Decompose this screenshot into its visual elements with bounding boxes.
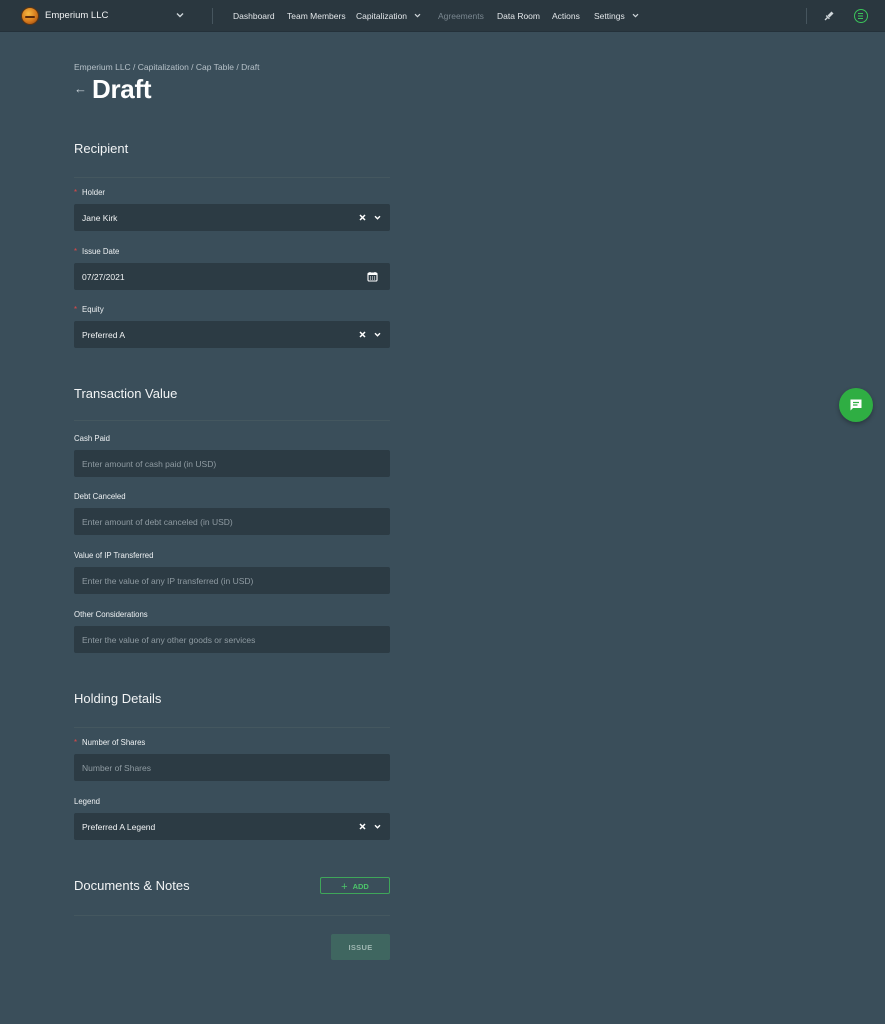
nav-data-room[interactable]: Data Room xyxy=(497,11,540,21)
legend-select[interactable]: Preferred A Legend xyxy=(74,813,390,840)
issue-date-value: 07/27/2021 xyxy=(82,272,125,282)
ip-value-label: Value of IP Transferred xyxy=(74,551,154,560)
ip-value-field[interactable] xyxy=(74,567,390,594)
section-title-documents: Documents & Notes xyxy=(74,878,190,893)
chevron-down-icon[interactable] xyxy=(413,11,422,20)
clear-icon[interactable] xyxy=(358,822,367,831)
other-considerations-label: Other Considerations xyxy=(74,610,148,619)
breadcrumb[interactable]: Emperium LLC / Capitalization / Cap Tabl… xyxy=(74,62,260,72)
section-title-holding: Holding Details xyxy=(74,691,162,706)
nav-team-members[interactable]: Team Members xyxy=(287,11,346,21)
arrow-left-icon[interactable]: ← xyxy=(74,81,87,96)
nav-settings[interactable]: Settings xyxy=(594,11,625,21)
chevron-down-icon[interactable] xyxy=(631,11,640,20)
section-divider xyxy=(74,727,390,728)
holder-value: Jane Kirk xyxy=(82,213,118,223)
section-title-transaction: Transaction Value xyxy=(74,386,178,401)
issue-date-field[interactable]: 07/27/2021 xyxy=(74,263,390,290)
clear-icon[interactable] xyxy=(358,330,367,339)
debt-canceled-field[interactable] xyxy=(74,508,390,535)
ip-value-input[interactable] xyxy=(74,567,390,594)
plus-icon: + xyxy=(341,880,348,893)
brand-icon[interactable] xyxy=(854,9,868,23)
chevron-down-icon[interactable] xyxy=(373,213,382,222)
nav-capitalization[interactable]: Capitalization xyxy=(356,11,407,21)
equity-value: Preferred A xyxy=(82,330,125,340)
chat-icon xyxy=(850,399,862,411)
issue-button[interactable]: ISSUE xyxy=(331,934,390,960)
chevron-down-icon[interactable] xyxy=(373,822,382,831)
debt-canceled-label: Debt Canceled xyxy=(74,492,126,501)
calendar-icon[interactable] xyxy=(367,271,378,282)
section-title-recipient: Recipient xyxy=(74,141,129,156)
nav-actions[interactable]: Actions xyxy=(552,11,580,21)
section-divider xyxy=(74,420,390,421)
shares-input[interactable] xyxy=(74,754,390,781)
chevron-down-icon[interactable] xyxy=(373,330,382,339)
issue-date-label: * Issue Date xyxy=(74,247,120,256)
nav-divider xyxy=(806,8,807,24)
holder-label: * Holder xyxy=(74,188,106,197)
nav-dashboard[interactable]: Dashboard xyxy=(233,11,275,21)
page-title: Draft xyxy=(92,74,152,104)
cash-paid-field[interactable] xyxy=(74,450,390,477)
other-considerations-input[interactable] xyxy=(74,626,390,653)
clear-icon[interactable] xyxy=(358,213,367,222)
cash-paid-input[interactable] xyxy=(74,450,390,477)
shares-label: * Number of Shares xyxy=(74,738,146,747)
legend-value: Preferred A Legend xyxy=(82,822,156,832)
chevron-down-icon[interactable] xyxy=(174,9,186,21)
equity-select[interactable]: Preferred A xyxy=(74,321,390,348)
other-considerations-field[interactable] xyxy=(74,626,390,653)
add-document-button[interactable]: + ADD xyxy=(320,877,390,894)
cash-paid-label: Cash Paid xyxy=(74,434,110,443)
org-name[interactable]: Emperium LLC xyxy=(45,10,108,21)
top-navbar: Emperium LLC Dashboard Team Members Capi… xyxy=(0,0,885,32)
section-divider xyxy=(74,915,390,916)
chat-button[interactable] xyxy=(839,388,873,422)
section-divider xyxy=(74,177,390,178)
holder-select[interactable]: Jane Kirk xyxy=(74,204,390,231)
nav-divider xyxy=(212,8,213,24)
equity-label: * Equity xyxy=(74,305,104,314)
legend-label: Legend xyxy=(74,797,101,806)
rocket-icon[interactable] xyxy=(823,10,835,22)
nav-agreements[interactable]: Agreements xyxy=(438,11,484,21)
org-logo[interactable] xyxy=(21,7,39,25)
debt-canceled-input[interactable] xyxy=(74,508,390,535)
shares-field[interactable] xyxy=(74,754,390,781)
